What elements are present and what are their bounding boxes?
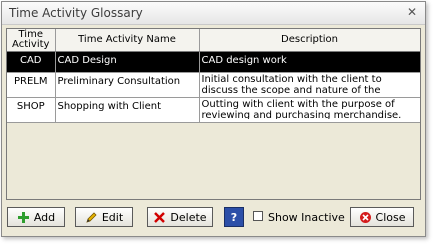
glossary-grid: Time Activity Time Activity Name Descrip…: [6, 28, 421, 200]
table-row[interactable]: SHOP Shopping with Client Outting with c…: [7, 97, 420, 123]
cell-code[interactable]: PRELM: [7, 72, 56, 98]
cell-code[interactable]: SHOP: [7, 97, 56, 123]
cell-description[interactable]: Initial consultation with the client to …: [199, 72, 420, 98]
close-button[interactable]: Close: [350, 207, 414, 227]
add-label: Add: [33, 210, 56, 224]
delete-label: Delete: [170, 210, 207, 224]
help-button[interactable]: ?: [224, 207, 244, 227]
edit-label: Edit: [101, 210, 124, 224]
cell-description[interactable]: Outting with client with the purpose of …: [199, 97, 420, 123]
show-inactive-checkbox[interactable]: [253, 211, 263, 221]
close-label: Close: [375, 210, 406, 224]
table-row[interactable]: CAD CAD Design CAD design work: [7, 51, 420, 73]
help-icon: ?: [230, 210, 238, 224]
column-header-code[interactable]: Time Activity: [7, 29, 56, 52]
pencil-icon: [85, 211, 98, 224]
edit-button[interactable]: Edit: [75, 207, 133, 227]
description-text: Outting with client with the purpose of …: [201, 99, 402, 119]
plus-icon: [17, 211, 30, 224]
glossary-window: Time Activity Glossary ✕ Time Activity T…: [1, 1, 426, 237]
description-text: Initial consultation with the client to …: [201, 74, 382, 94]
window-title: Time Activity Glossary: [9, 6, 143, 20]
column-header-description[interactable]: Description: [199, 29, 420, 52]
delete-button[interactable]: Delete: [147, 207, 213, 227]
delete-x-icon: [153, 211, 166, 224]
window-close-icon[interactable]: ✕: [405, 6, 419, 20]
table-row[interactable]: PRELM Preliminary Consultation Initial c…: [7, 72, 420, 98]
cell-name[interactable]: Shopping with Client: [55, 97, 200, 123]
show-inactive-label: Show Inactive: [268, 211, 345, 224]
cell-name[interactable]: Preliminary Consultation: [55, 72, 200, 98]
column-header-name[interactable]: Time Activity Name: [55, 29, 200, 52]
cell-description[interactable]: CAD design work: [199, 51, 420, 73]
cell-name[interactable]: CAD Design: [55, 51, 200, 73]
add-button[interactable]: Add: [7, 207, 65, 227]
title-bar[interactable]: Time Activity Glossary ✕: [2, 2, 425, 25]
cell-code[interactable]: CAD: [7, 51, 56, 73]
close-circle-icon: [359, 211, 372, 224]
